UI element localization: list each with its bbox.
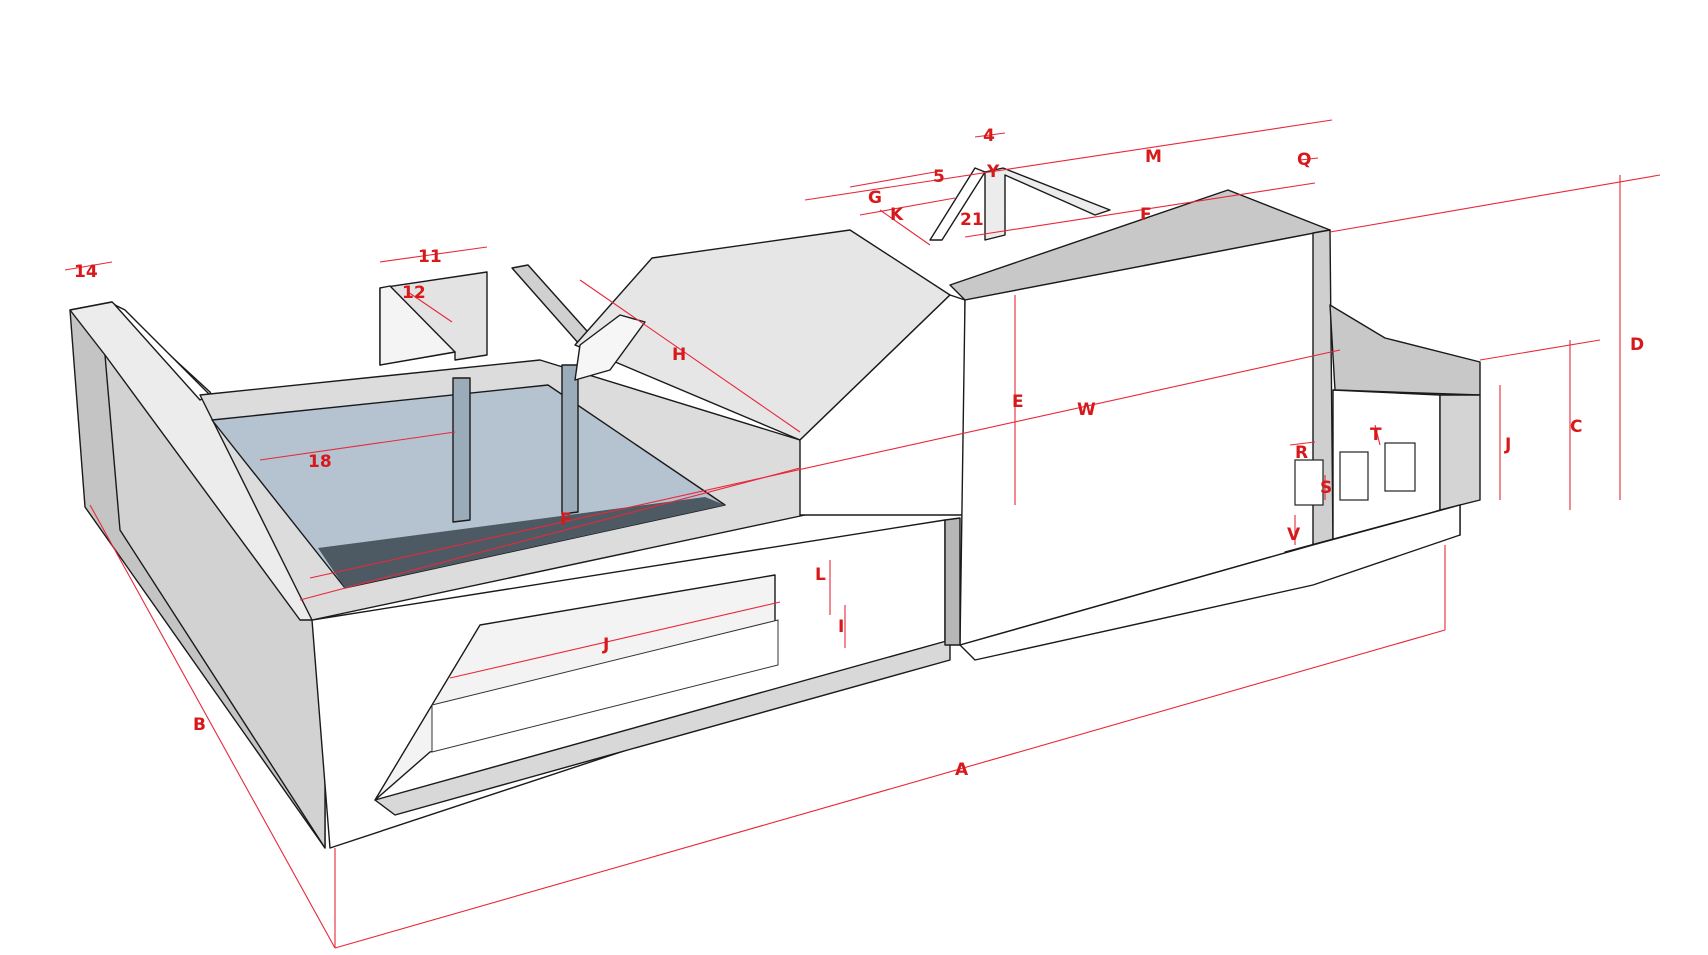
label-D: D: [1630, 335, 1644, 355]
rear-fin: [984, 167, 1111, 241]
label-A: A: [955, 760, 969, 780]
dimensioned-3d-model-drawing: A B C D E F F G H I J J K L M Q R S T V …: [64, 119, 1661, 949]
label-5: 5: [933, 167, 945, 187]
label-I: I: [838, 617, 844, 637]
label-J-annex: J: [1504, 435, 1511, 455]
label-14: 14: [74, 262, 98, 282]
annex-roof: [1329, 304, 1481, 396]
label-C: C: [1570, 417, 1582, 437]
label-J-side: J: [602, 635, 609, 655]
pool-inner-wall-a: [452, 377, 471, 523]
label-4: 4: [983, 126, 995, 146]
label-12: 12: [402, 283, 426, 303]
label-11: 11: [418, 247, 442, 267]
label-E: E: [1012, 392, 1024, 412]
label-G: G: [868, 188, 882, 208]
annex-side: [1439, 394, 1481, 511]
annex-window-2: [1339, 451, 1369, 501]
label-F-top: F: [1140, 205, 1152, 225]
label-Q: Q: [1297, 150, 1311, 170]
label-B: B: [193, 715, 206, 735]
annex-window-1: [1294, 459, 1324, 506]
label-H: H: [672, 345, 686, 365]
tower-lower-slit: [944, 517, 961, 646]
label-L: L: [815, 565, 826, 585]
pool-inner-wall-b: [561, 364, 579, 515]
label-K: K: [890, 205, 904, 225]
label-Y: Y: [986, 162, 1000, 182]
label-18: 18: [308, 452, 332, 472]
label-M: M: [1145, 147, 1162, 167]
label-W: W: [1077, 400, 1096, 420]
annex-window-3: [1384, 442, 1416, 492]
label-S: S: [1320, 478, 1332, 498]
label-R: R: [1295, 443, 1308, 463]
label-21: 21: [960, 210, 984, 230]
model-geometry: [69, 167, 1481, 849]
label-V: V: [1287, 525, 1301, 545]
label-F-side: F: [560, 510, 572, 530]
label-T: T: [1370, 425, 1382, 445]
rear-rail: [511, 264, 596, 346]
